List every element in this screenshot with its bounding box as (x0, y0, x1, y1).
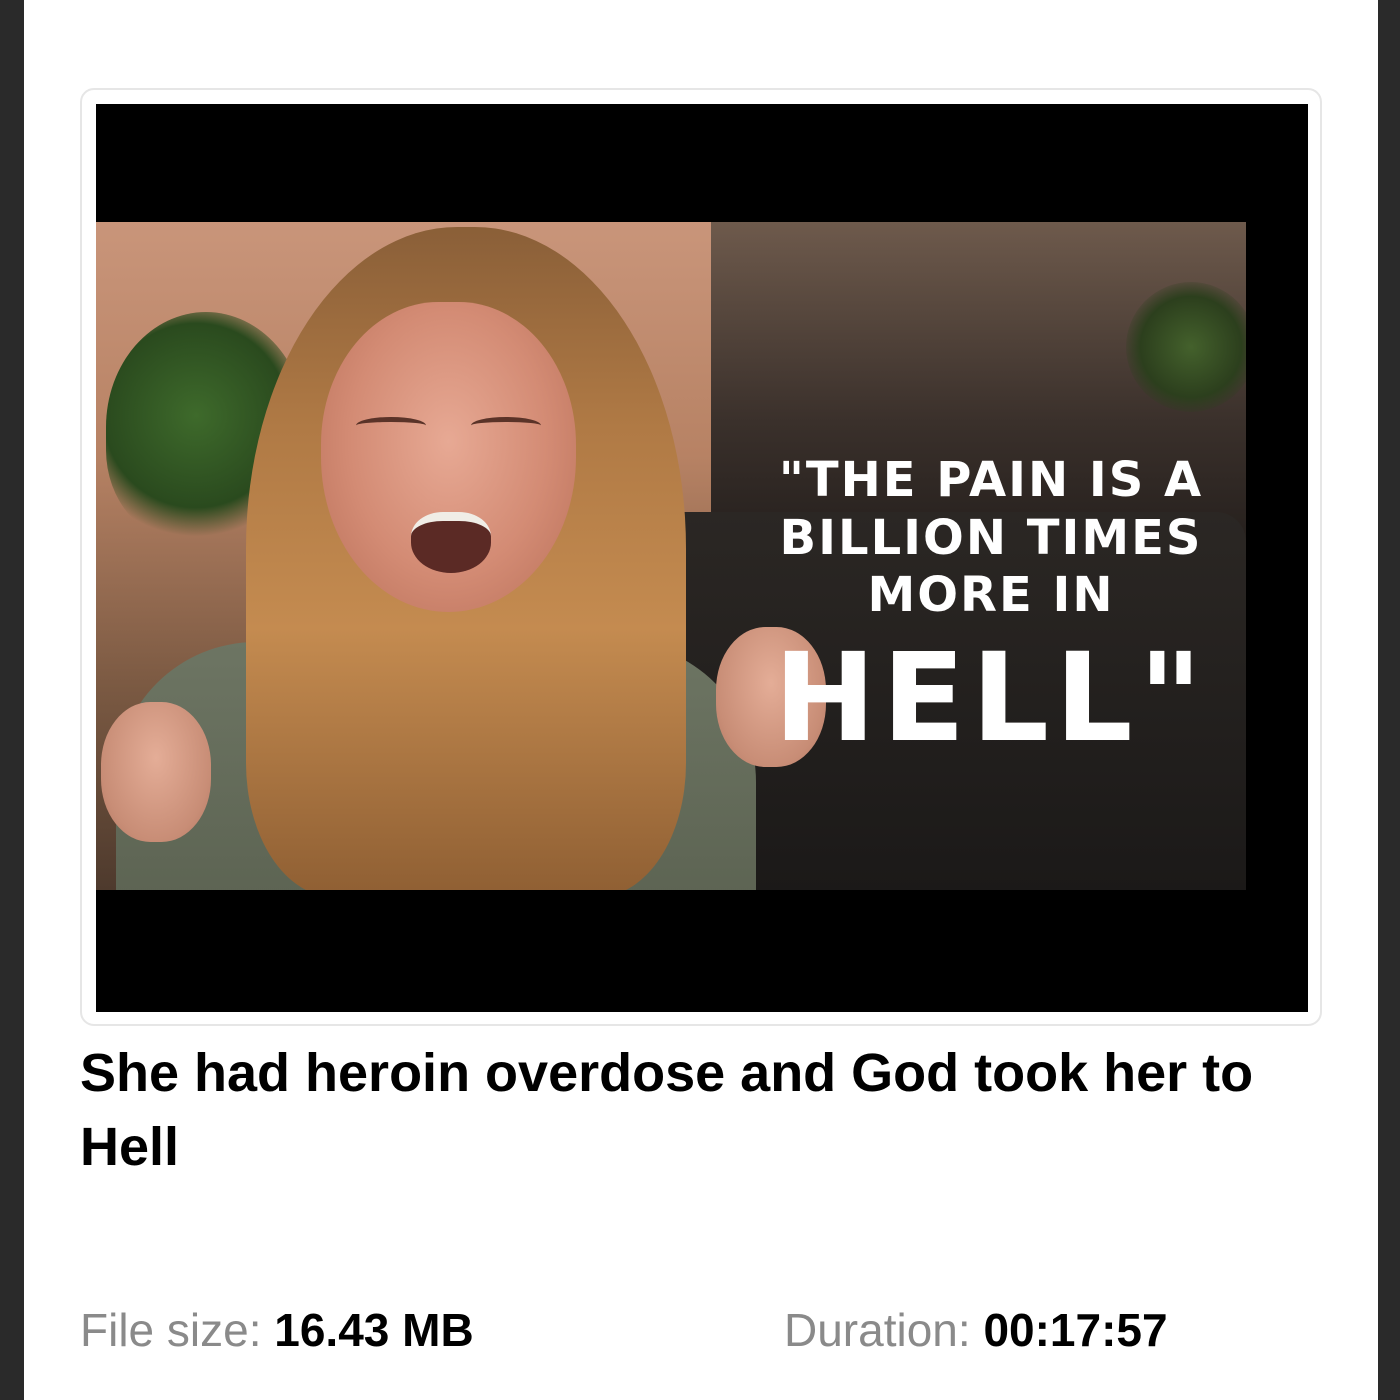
person-mouth (411, 512, 491, 573)
video-thumbnail[interactable]: "THE PAIN IS A BILLION TIMES MORE IN HEL… (96, 104, 1308, 1012)
duration: Duration: 00:17:57 (784, 1300, 1168, 1360)
plant (1126, 282, 1246, 412)
file-size-label: File size: (80, 1304, 262, 1356)
duration-label: Duration: (784, 1304, 971, 1356)
thumbnail-caption: "THE PAIN IS A BILLION TIMES MORE IN HEL… (736, 452, 1246, 765)
duration-value: 00:17:57 (983, 1304, 1168, 1356)
file-size-value: 16.43 MB (274, 1304, 474, 1356)
person-eye (356, 417, 426, 434)
person-fist (101, 702, 211, 842)
caption-line: BILLION TIMES (779, 509, 1203, 566)
person-eye (471, 417, 541, 434)
thumbnail-photo: "THE PAIN IS A BILLION TIMES MORE IN HEL… (96, 222, 1246, 890)
caption-line: MORE IN (867, 567, 1115, 624)
caption-big-word: HELL" (773, 626, 1209, 769)
video-title: She had heroin overdose and God took her… (80, 1043, 1254, 1177)
file-size: File size: 16.43 MB (80, 1300, 474, 1360)
download-screen: "THE PAIN IS A BILLION TIMES MORE IN HEL… (24, 0, 1378, 1400)
caption-line: "THE PAIN IS A (778, 452, 1204, 508)
thumbnail-card[interactable]: "THE PAIN IS A BILLION TIMES MORE IN HEL… (80, 88, 1322, 1026)
